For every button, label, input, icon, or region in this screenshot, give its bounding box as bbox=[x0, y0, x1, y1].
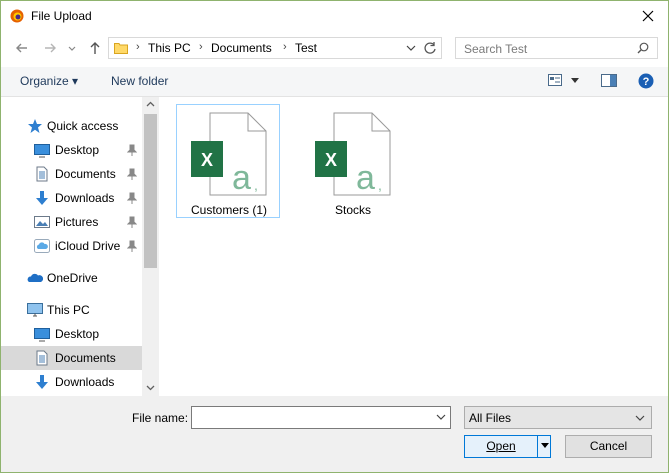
folder-icon bbox=[114, 43, 128, 54]
dialog-footer: File name: All Files Open Cancel bbox=[1, 396, 668, 472]
scrollbar-thumb[interactable] bbox=[144, 114, 157, 268]
computer-icon bbox=[27, 303, 43, 317]
refresh-icon[interactable] bbox=[423, 41, 437, 55]
nav-item-this-pc-documents[interactable]: Documents bbox=[1, 346, 142, 370]
excel-csv-icon: X a , bbox=[191, 112, 267, 197]
pin-icon bbox=[127, 168, 137, 180]
icloud-icon bbox=[34, 239, 50, 253]
file-type-select[interactable]: All Files bbox=[464, 406, 652, 429]
svg-text:X: X bbox=[325, 150, 337, 170]
open-options-chevron-icon[interactable] bbox=[541, 443, 549, 449]
nav-item-icloud-drive[interactable]: iCloud Drive bbox=[1, 234, 142, 258]
file-list-view: X a , Customers (1) X a , Stocks bbox=[159, 97, 668, 396]
nav-item-label: Quick access bbox=[47, 119, 119, 133]
preview-pane-icon[interactable] bbox=[601, 74, 617, 87]
nav-item-quick-access[interactable]: Quick access bbox=[1, 114, 142, 138]
scroll-down-arrow-icon[interactable] bbox=[146, 383, 155, 392]
file-name-history-chevron-icon[interactable] bbox=[436, 413, 446, 421]
back-arrow-icon[interactable] bbox=[14, 40, 30, 56]
excel-csv-icon: X a , bbox=[315, 112, 391, 197]
nav-item-downloads[interactable]: Downloads bbox=[1, 186, 142, 210]
file-upload-dialog: File Upload › This PC › Documents › Test bbox=[0, 0, 669, 473]
window-title: File Upload bbox=[31, 9, 92, 23]
nav-item-this-pc[interactable]: This PC bbox=[1, 298, 142, 322]
downloads-icon bbox=[36, 375, 48, 389]
close-icon[interactable] bbox=[638, 6, 658, 26]
downloads-icon bbox=[36, 191, 48, 205]
nav-item-this-pc-desktop[interactable]: Desktop bbox=[1, 322, 142, 346]
nav-item-onedrive[interactable]: OneDrive bbox=[1, 266, 142, 290]
address-bar[interactable]: › This PC › Documents › Test bbox=[108, 37, 442, 59]
pictures-icon bbox=[34, 216, 50, 228]
nav-item-label: Desktop bbox=[55, 327, 100, 341]
svg-text:a: a bbox=[356, 159, 375, 197]
breadcrumb-test[interactable]: Test bbox=[295, 41, 317, 55]
onedrive-icon bbox=[27, 273, 43, 282]
new-folder-button[interactable]: New folder bbox=[111, 74, 168, 88]
file-item-stocks[interactable]: X a , Stocks bbox=[300, 104, 404, 218]
organize-button[interactable]: Organize ▾ bbox=[20, 74, 78, 88]
nav-pane-scrollbar[interactable] bbox=[142, 97, 159, 396]
file-type-value: All Files bbox=[469, 411, 512, 425]
breadcrumb-this-pc[interactable]: This PC bbox=[148, 41, 191, 55]
pin-icon bbox=[127, 240, 137, 252]
open-button[interactable]: Open bbox=[464, 435, 551, 458]
documents-icon bbox=[36, 166, 48, 182]
star-icon bbox=[28, 119, 42, 133]
nav-item-label: iCloud Drive bbox=[55, 239, 121, 253]
svg-text:a: a bbox=[232, 159, 251, 197]
nav-item-pictures[interactable]: Pictures bbox=[1, 210, 142, 234]
nav-item-documents[interactable]: Documents bbox=[1, 162, 142, 186]
pin-icon bbox=[127, 192, 137, 204]
title-bar: File Upload bbox=[1, 1, 668, 32]
cancel-button[interactable]: Cancel bbox=[565, 435, 652, 458]
documents-icon bbox=[36, 350, 48, 366]
search-icon[interactable] bbox=[637, 42, 649, 54]
change-view-icon[interactable] bbox=[548, 74, 562, 86]
pin-icon bbox=[127, 144, 137, 156]
chevron-down-icon[interactable] bbox=[635, 414, 645, 422]
recent-locations-chevron-icon[interactable] bbox=[67, 40, 77, 56]
navigation-pane: Quick access Desktop Documents Downloads… bbox=[1, 97, 159, 396]
open-button-label: Open bbox=[486, 439, 516, 453]
nav-item-label: Documents bbox=[55, 351, 116, 365]
breadcrumb-separator[interactable]: › bbox=[283, 41, 287, 53]
firefox-icon bbox=[10, 9, 24, 23]
command-toolbar: Organize ▾ New folder ? bbox=[1, 67, 668, 97]
address-history-chevron-icon[interactable] bbox=[405, 43, 417, 53]
nav-item-label: Downloads bbox=[55, 191, 115, 205]
file-name-field[interactable] bbox=[191, 406, 451, 429]
file-name-label: Customers (1) bbox=[190, 203, 267, 217]
file-name-label: Stocks bbox=[334, 203, 371, 217]
file-name-label: File name: bbox=[132, 411, 189, 425]
scroll-up-arrow-icon[interactable] bbox=[146, 100, 155, 109]
nav-item-label: OneDrive bbox=[47, 271, 98, 285]
up-arrow-icon[interactable] bbox=[87, 40, 103, 56]
nav-item-label: Downloads bbox=[55, 375, 115, 389]
svg-text:X: X bbox=[201, 150, 213, 170]
svg-text:,: , bbox=[254, 177, 258, 193]
nav-item-desktop[interactable]: Desktop bbox=[1, 138, 142, 162]
search-box[interactable]: Search Test bbox=[455, 37, 658, 59]
svg-text:,: , bbox=[378, 177, 382, 193]
desktop-icon bbox=[34, 328, 50, 342]
file-item-customers[interactable]: X a , Customers (1) bbox=[176, 104, 280, 218]
nav-item-this-pc-downloads[interactable]: Downloads bbox=[1, 370, 142, 394]
breadcrumb-documents[interactable]: Documents bbox=[211, 41, 272, 55]
navigation-bar: › This PC › Documents › Test Search Test bbox=[1, 32, 668, 64]
help-icon[interactable]: ? bbox=[638, 73, 654, 89]
nav-item-label: Desktop bbox=[55, 143, 100, 157]
search-input[interactable]: Search Test bbox=[464, 42, 527, 56]
nav-item-label: This PC bbox=[47, 303, 90, 317]
breadcrumb-separator[interactable]: › bbox=[136, 41, 140, 53]
svg-text:?: ? bbox=[643, 76, 650, 88]
view-options-chevron-icon[interactable] bbox=[571, 78, 579, 84]
nav-item-label: Documents bbox=[55, 167, 116, 181]
forward-arrow-icon[interactable] bbox=[42, 40, 58, 56]
nav-item-label: Pictures bbox=[55, 215, 99, 229]
desktop-icon bbox=[34, 144, 50, 158]
open-split-divider bbox=[537, 436, 538, 457]
pin-icon bbox=[127, 216, 137, 228]
breadcrumb-separator[interactable]: › bbox=[199, 41, 203, 53]
